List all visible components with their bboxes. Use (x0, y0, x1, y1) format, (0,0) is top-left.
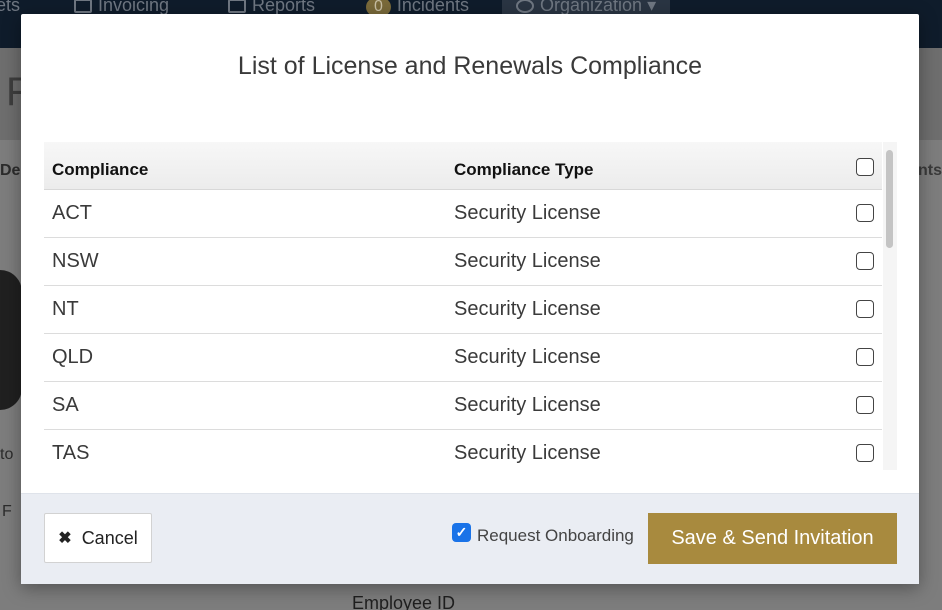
select-all-cell (812, 142, 882, 190)
right-tab-fragment: nts (918, 162, 942, 179)
modal-title: List of License and Renewals Compliance (237, 52, 703, 80)
compliance-cell: NSW (44, 237, 446, 286)
table-header-row: Compliance Compliance Type (44, 142, 882, 190)
save-send-invitation-button[interactable]: Save & Send Invitation (648, 513, 897, 564)
compliance-type-cell: Security License (446, 285, 812, 334)
compliance-type-cell: Security License (446, 189, 812, 238)
compliance-table: Compliance Compliance Type ACT Security … (44, 142, 882, 470)
table-row: SA Security License (44, 381, 882, 430)
compliance-type-cell: Security License (446, 429, 812, 470)
row-checkbox[interactable] (856, 204, 874, 223)
compliance-modal: List of License and Renewals Compliance … (21, 14, 919, 584)
column-header-compliance: Compliance (44, 142, 446, 190)
row-checkbox-cell (812, 285, 882, 334)
users-icon (516, 0, 534, 14)
column-header-compliance-type: Compliance Type (446, 142, 812, 190)
compliance-cell: QLD (44, 333, 446, 382)
row-checkbox-cell (812, 237, 882, 286)
left-radio-fragment: F (2, 503, 12, 520)
nav-item-invoicing-label: Invoicing (98, 0, 170, 15)
row-checkbox[interactable] (856, 252, 874, 271)
row-checkbox-cell (812, 429, 882, 470)
nav-item-incidents-label: Incidents (396, 0, 469, 15)
compliance-type-cell: Security License (446, 333, 812, 382)
modal-footer: ✖ Cancel ✓ Request Onboarding Save & Sen… (21, 493, 919, 584)
profile-photo (0, 270, 22, 410)
cancel-button[interactable]: ✖ Cancel (44, 513, 152, 563)
row-checkbox[interactable] (856, 300, 874, 319)
request-onboarding-option[interactable]: ✓ Request Onboarding (452, 522, 634, 546)
compliance-type-cell: Security License (446, 381, 812, 430)
compliance-cell: SA (44, 381, 446, 430)
table-scrollbar[interactable] (883, 142, 897, 470)
close-icon: ✖ (58, 530, 72, 547)
invoice-icon (74, 0, 92, 14)
compliance-cell: NT (44, 285, 446, 334)
cancel-button-label: Cancel (81, 527, 138, 548)
compliance-table-container[interactable]: Compliance Compliance Type ACT Security … (44, 142, 898, 470)
row-checkbox-cell (812, 333, 882, 382)
table-icon (228, 0, 246, 14)
table-row: ACT Security License (44, 189, 882, 238)
request-onboarding-label: Request Onboarding (477, 526, 634, 545)
row-checkbox-cell (812, 381, 882, 430)
left-tab-fragment: De (0, 162, 21, 179)
nav-item-reports-label: Reports (252, 0, 316, 15)
employee-id-label: Employee ID (352, 593, 456, 610)
row-checkbox[interactable] (856, 348, 874, 367)
table-row: QLD Security License (44, 333, 882, 382)
table-row: TAS Security License (44, 429, 882, 470)
compliance-cell: TAS (44, 429, 446, 470)
row-checkbox[interactable] (856, 396, 874, 415)
compliance-cell: ACT (44, 189, 446, 238)
left-text-fragment: to (0, 446, 14, 463)
nav-item-assets[interactable]: ets (0, 0, 20, 16)
row-checkbox[interactable] (856, 444, 874, 463)
request-onboarding-checkbox[interactable]: ✓ (452, 522, 471, 542)
nav-item-organization-label: Organization (540, 0, 643, 15)
table-row: NT Security License (44, 285, 882, 334)
select-all-checkbox[interactable] (856, 157, 874, 176)
compliance-type-cell: Security License (446, 237, 812, 286)
scrollbar-thumb[interactable] (886, 150, 893, 248)
table-row: NSW Security License (44, 237, 882, 286)
row-checkbox-cell (812, 189, 882, 238)
